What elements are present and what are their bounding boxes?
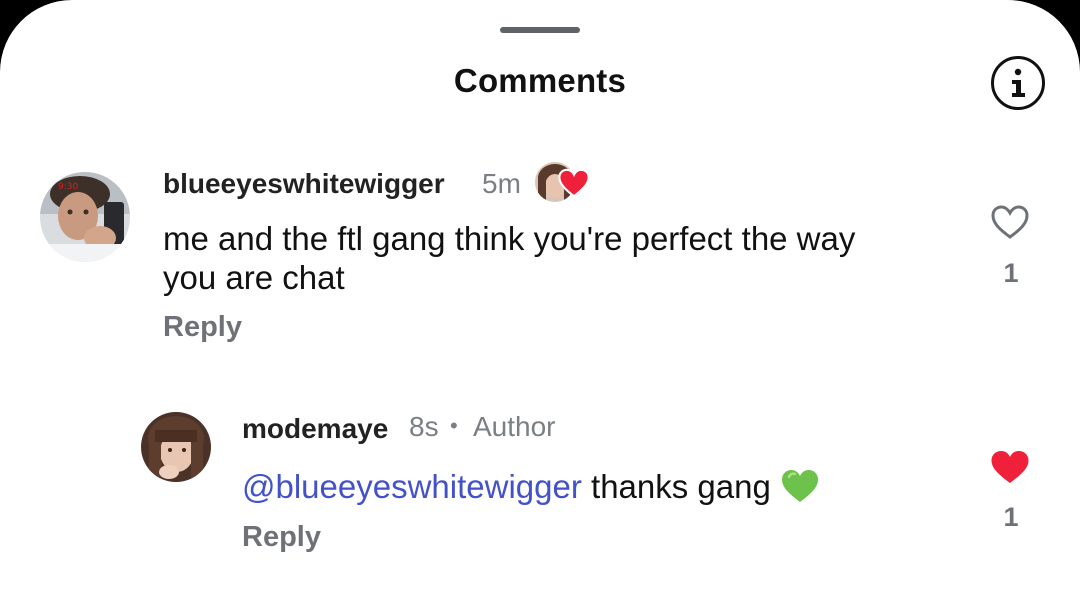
reply-button[interactable]: Reply	[163, 311, 242, 344]
info-button[interactable]	[991, 56, 1045, 110]
svg-text:9:30: 9:30	[58, 182, 78, 192]
reply-text: @blueeyeswhitewigger thanks gang	[242, 467, 820, 506]
heart-filled-icon[interactable]	[990, 449, 1030, 485]
reply-button[interactable]: Reply	[242, 521, 321, 554]
reply-username[interactable]: modemaye	[242, 413, 388, 445]
meta-separator: •	[450, 413, 458, 438]
avatar[interactable]	[141, 412, 211, 482]
like-count: 1	[1003, 502, 1019, 532]
page-title: Comments	[453, 62, 627, 99]
comment-username[interactable]: blueeyeswhitewigger	[163, 168, 445, 200]
heart-outline-icon[interactable]	[990, 204, 1030, 240]
reply-time: 8s	[409, 411, 439, 442]
info-icon	[1012, 68, 1025, 97]
author-badge: Author	[473, 411, 556, 442]
creator-heart-icon	[558, 168, 590, 198]
green-heart-emoji	[782, 470, 819, 502]
reply-message: thanks gang	[581, 468, 771, 505]
comments-sheet: Comments 9:30 blueeyeswhitewigger 5m me …	[0, 0, 1080, 599]
comment-time: 5m	[482, 168, 521, 199]
like-count: 1	[1003, 258, 1019, 288]
mention-link[interactable]: @blueeyeswhitewigger	[242, 468, 582, 505]
avatar[interactable]: 9:30	[40, 172, 130, 262]
drag-handle[interactable]	[500, 27, 580, 33]
comment-text: me and the ftl gang think you're perfect…	[163, 220, 856, 296]
